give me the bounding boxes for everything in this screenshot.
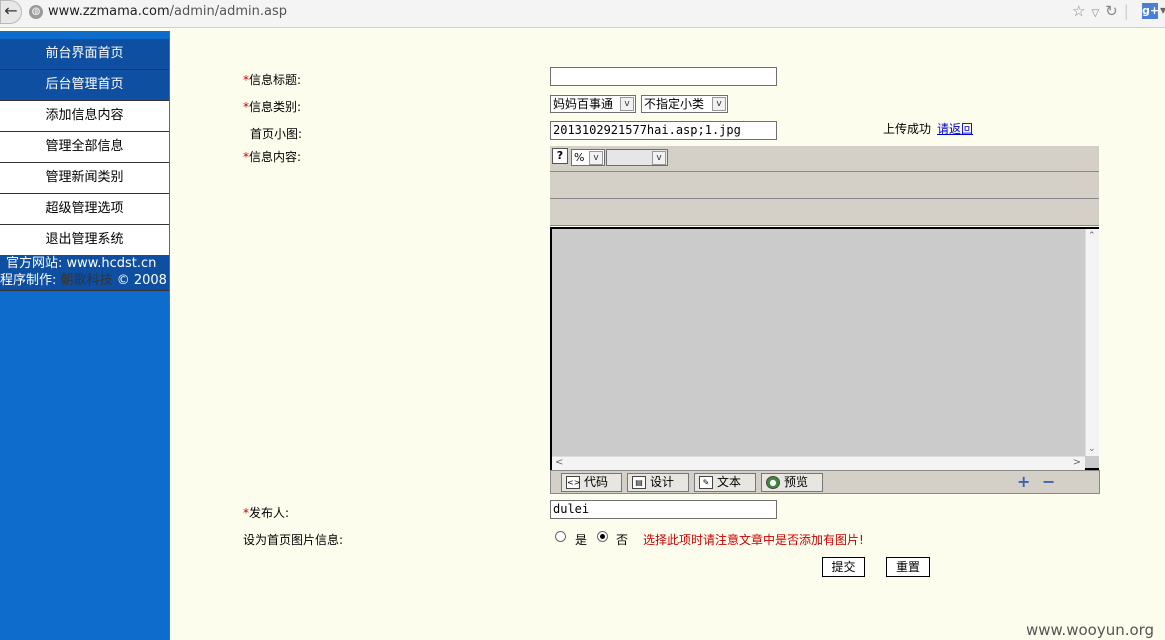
upload-status-text: 上传成功 xyxy=(883,122,932,136)
author-prefix: 程序制作: xyxy=(0,273,57,288)
thumbnail-input[interactable]: 2013102921577hai.asp;1.jpg xyxy=(550,121,777,140)
font-select[interactable]: v xyxy=(606,149,668,166)
code-mode-label: 代码 xyxy=(584,475,609,489)
editor-content-area[interactable] xyxy=(550,227,1099,470)
shrink-editor-icon[interactable]: − xyxy=(1042,474,1055,490)
publisher-label-text: 发布人: xyxy=(249,506,290,520)
help-icon[interactable]: ? xyxy=(552,148,568,164)
home-image-label: 设为首页图片信息: xyxy=(243,533,344,547)
preview-mode-label: 预览 xyxy=(784,475,809,489)
editor-toolbar-row-2 xyxy=(550,172,1099,199)
address-bar[interactable]: www.zzmama.com/admin/admin.asp xyxy=(48,4,287,19)
category-value: 妈妈百事通 xyxy=(553,97,614,111)
preview-mode-button[interactable]: ● 预览 xyxy=(761,473,823,492)
editor-horizontal-scrollbar[interactable]: < > xyxy=(552,456,1085,470)
zoom-select[interactable]: % v xyxy=(571,149,605,166)
chevron-down-icon: v xyxy=(620,97,634,111)
upload-status: 上传成功 请返回 xyxy=(883,120,973,137)
editor-mode-bar: <> 代码 ▤ 设计 ✎ 文本 ● 预览 + − xyxy=(550,470,1100,494)
reload-icon[interactable]: ↻ xyxy=(1105,2,1118,20)
scroll-left-icon[interactable]: < xyxy=(555,457,563,468)
design-mode-button[interactable]: ▤ 设计 xyxy=(627,473,689,492)
globe-icon: ◍ xyxy=(29,5,43,19)
text-mode-button[interactable]: ✎ 文本 xyxy=(694,473,756,492)
address-bar-actions: ☆ ▽ ↻ | xyxy=(1072,2,1135,20)
title-label: *信息标题: xyxy=(243,71,301,88)
admin-sidebar: 前台界面首页 后台管理首页 添加信息内容 管理全部信息 管理新闻类别 超级管理选… xyxy=(0,31,170,640)
code-mode-button[interactable]: <> 代码 xyxy=(561,473,622,492)
title-label-text: 信息标题: xyxy=(249,73,302,87)
publisher-label: *发布人: xyxy=(243,504,289,521)
star-icon[interactable]: ☆ xyxy=(1072,2,1085,20)
title-input[interactable] xyxy=(550,67,777,86)
thumbnail-label: 首页小图: xyxy=(250,127,303,141)
watermark-text: www.wooyun.org xyxy=(1026,621,1155,639)
search-engine-icon[interactable]: g+ xyxy=(1142,3,1159,19)
sidebar-item-logout[interactable]: 退出管理系统 xyxy=(0,225,169,256)
return-link[interactable]: 请返回 xyxy=(937,122,973,136)
code-icon: <> xyxy=(566,476,581,489)
reset-button[interactable]: 重置 xyxy=(886,557,930,577)
preview-icon: ● xyxy=(766,476,780,489)
scroll-right-icon[interactable]: > xyxy=(1073,457,1081,468)
scroll-up-icon[interactable]: ⌃ xyxy=(1088,231,1096,241)
submit-button[interactable]: 提交 xyxy=(822,557,865,577)
chevron-down-icon: v xyxy=(712,97,726,111)
content-label: *信息内容: xyxy=(243,148,301,165)
subcategory-value: 不指定小类 xyxy=(644,97,705,111)
category-label-text: 信息类别: xyxy=(249,100,302,114)
category-label: *信息类别: xyxy=(243,98,301,115)
dropdown-icon[interactable]: ▽ xyxy=(1091,8,1099,19)
content-label-text: 信息内容: xyxy=(249,150,302,164)
sidebar-item-admin-home[interactable]: 后台管理首页 xyxy=(0,70,169,101)
browser-toolbar: ← ◍ www.zzmama.com/admin/admin.asp ☆ ▽ ↻ | … xyxy=(0,0,1165,28)
sidebar-item-super-admin[interactable]: 超级管理选项 xyxy=(0,194,169,225)
chevron-down-icon: v xyxy=(589,151,603,165)
sidebar-item-manage-all[interactable]: 管理全部信息 xyxy=(0,132,169,163)
design-icon: ▤ xyxy=(632,476,646,489)
copyright-text: © 2008 xyxy=(116,273,167,288)
home-image-yes-radio[interactable] xyxy=(555,531,566,542)
author-line: 程序制作: 朝歌科技 © 2008 xyxy=(0,272,169,289)
text-icon: ✎ xyxy=(699,476,713,489)
enlarge-editor-icon[interactable]: + xyxy=(1017,474,1030,490)
editor-toolbar-row-3 xyxy=(550,199,1099,226)
category-select[interactable]: 妈妈百事通 v xyxy=(550,95,636,113)
sidebar-credits: 官方网站: www.hcdst.cn 程序制作: 朝歌科技 © 2008 xyxy=(0,255,169,291)
back-button[interactable]: ← xyxy=(0,0,22,24)
home-image-yes-label: 是 xyxy=(575,533,588,547)
author-link[interactable]: 朝歌科技 xyxy=(61,273,113,288)
text-mode-label: 文本 xyxy=(717,475,742,489)
subcategory-select[interactable]: 不指定小类 v xyxy=(641,95,728,113)
sidebar-item-add-content[interactable]: 添加信息内容 xyxy=(0,101,169,132)
publisher-input[interactable]: dulei xyxy=(550,500,777,519)
home-image-no-radio[interactable] xyxy=(597,531,608,542)
official-site-text: 官方网站: www.hcdst.cn xyxy=(6,256,157,271)
bar-divider: | xyxy=(1123,2,1129,20)
url-path: /admin/admin.asp xyxy=(169,4,287,19)
design-mode-label: 设计 xyxy=(650,475,675,489)
sidebar-item-manage-categories[interactable]: 管理新闻类别 xyxy=(0,163,169,194)
zoom-value: % xyxy=(574,151,585,164)
editor-vertical-scrollbar[interactable]: ⌃ ⌄ xyxy=(1085,229,1099,456)
search-dropdown-icon[interactable]: ▼ xyxy=(1160,6,1165,15)
chevron-down-icon: v xyxy=(652,151,666,165)
url-host: www.zzmama.com xyxy=(48,4,170,19)
sidebar-item-frontend-home[interactable]: 前台界面首页 xyxy=(0,39,169,70)
scroll-down-icon[interactable]: ⌄ xyxy=(1088,444,1096,454)
home-image-no-label: 否 xyxy=(616,533,629,547)
home-image-warning: 选择此项时请注意文章中是否添加有图片! xyxy=(643,533,864,547)
